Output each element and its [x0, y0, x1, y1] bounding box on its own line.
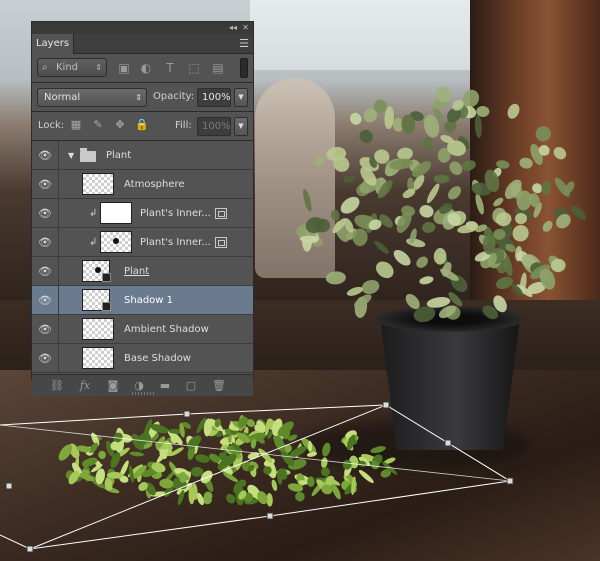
layer-row-plants-inner-2[interactable]: 👁 ↲ Plant's Inner...	[32, 228, 253, 257]
image-filter-icon[interactable]: ▣	[116, 60, 132, 76]
layer-row-plant-group[interactable]: 👁 ▼ Plant	[32, 141, 253, 170]
transform-handle[interactable]	[506, 477, 514, 485]
smart-object-icon	[215, 237, 227, 248]
tab-layers[interactable]: Layers	[32, 34, 74, 54]
transform-handle[interactable]	[183, 410, 191, 418]
panel-title-bar[interactable]: ◂◂ ✕	[32, 22, 253, 34]
layer-row-atmosphere[interactable]: 👁 Atmosphere	[32, 170, 253, 199]
visibility-eye-icon[interactable]: 👁	[32, 286, 59, 315]
layer-thumbnail	[100, 202, 132, 224]
lock-image-icon[interactable]: ✎	[90, 117, 106, 133]
layer-name: Ambient Shadow	[124, 324, 209, 335]
resize-grip[interactable]	[132, 392, 154, 395]
layer-row-shadow-1[interactable]: 👁 Shadow 1	[32, 286, 253, 315]
lock-row: Lock: ▦ ✎ ✥ 🔒 Fill: 100% ▼	[32, 112, 253, 140]
layer-row-base-shadow[interactable]: 👁 Base Shadow	[32, 344, 253, 373]
visibility-eye-icon[interactable]: 👁	[32, 257, 59, 286]
transform-handle[interactable]	[5, 482, 13, 490]
layer-name: Base Shadow	[124, 353, 191, 364]
filter-toggle[interactable]	[240, 58, 248, 78]
link-layers-icon[interactable]: ⛓	[48, 378, 66, 394]
panel-menu-icon[interactable]: ☰	[239, 37, 249, 51]
lock-position-icon[interactable]: ✥	[112, 117, 128, 133]
chevron-updown-icon: ⇕	[135, 93, 142, 102]
opacity-label: Opacity:	[153, 91, 195, 102]
panel-tab-row: Layers ☰	[32, 34, 253, 54]
layers-bottom-toolbar: ⛓ fx ◙ ◑ ▬ ▢ 🗑	[32, 374, 253, 396]
mask-icon[interactable]: ◙	[104, 378, 122, 394]
layer-name: Shadow 1	[124, 295, 173, 306]
plant-foliage	[296, 86, 586, 323]
kind-filter-dropdown[interactable]: ⌕ Kind ⇕	[37, 58, 107, 77]
lock-all-icon[interactable]: 🔒	[134, 117, 150, 133]
lock-transparent-icon[interactable]: ▦	[68, 117, 84, 133]
fill-label: Fill:	[175, 120, 192, 131]
visibility-eye-icon[interactable]: 👁	[32, 199, 59, 228]
shape-filter-icon[interactable]: ⬚	[186, 60, 202, 76]
blend-row: Normal ⇕ Opacity: 100% ▼	[32, 83, 253, 111]
new-group-icon[interactable]: ▬	[156, 378, 174, 394]
visibility-eye-icon[interactable]: 👁	[32, 344, 59, 373]
visibility-eye-icon[interactable]: 👁	[32, 141, 59, 170]
new-layer-icon[interactable]: ▢	[182, 378, 200, 394]
clipping-mask-icon: ↲	[89, 208, 98, 219]
layers-panel: ◂◂ ✕ Layers ☰ ⌕ Kind ⇕ ▣ ◐ T ⬚ ▤ Normal …	[31, 21, 254, 396]
link-badge-icon	[102, 302, 111, 311]
blend-mode-dropdown[interactable]: Normal ⇕	[37, 88, 147, 107]
filter-row: ⌕ Kind ⇕ ▣ ◐ T ⬚ ▤	[32, 54, 253, 82]
fx-icon[interactable]: fx	[76, 378, 94, 394]
transform-handle[interactable]	[382, 401, 390, 409]
transform-handle[interactable]	[26, 545, 34, 553]
layer-name: Plant's Inner...	[140, 208, 211, 219]
transformed-shadow-foliage	[58, 414, 398, 507]
layer-thumbnail	[82, 347, 114, 369]
fill-input[interactable]: 100%	[197, 117, 231, 136]
visibility-eye-icon[interactable]: 👁	[32, 170, 59, 199]
fill-slider-button[interactable]: ▼	[234, 117, 248, 136]
visibility-eye-icon[interactable]: 👁	[32, 228, 59, 257]
smart-object-icon	[215, 208, 227, 219]
layer-name: Plant's Inner...	[140, 237, 211, 248]
clipping-mask-icon: ↲	[89, 237, 98, 248]
layer-thumbnail	[82, 318, 114, 340]
type-filter-icon[interactable]: T	[162, 60, 178, 76]
link-badge-icon	[102, 273, 111, 282]
adjustment-filter-icon[interactable]: ◐	[138, 60, 154, 76]
close-icon[interactable]: ✕	[242, 22, 249, 34]
lock-label: Lock:	[38, 120, 65, 131]
layer-row-plant[interactable]: 👁 Plant	[32, 257, 253, 286]
layer-row-ambient-shadow[interactable]: 👁 Ambient Shadow	[32, 315, 253, 344]
layer-name: Atmosphere	[124, 179, 185, 190]
layer-row-plants-inner-1[interactable]: 👁 ↲ Plant's Inner...	[32, 199, 253, 228]
layer-thumbnail	[82, 173, 114, 195]
folder-icon	[80, 148, 96, 162]
chevron-updown-icon: ⇕	[95, 63, 102, 72]
visibility-eye-icon[interactable]: 👁	[32, 315, 59, 344]
layer-name: Plant	[124, 266, 150, 277]
search-icon: ⌕	[42, 62, 48, 73]
layer-list: 👁 ▼ Plant 👁 Atmosphere 👁 ↲ Plant's Inner…	[32, 141, 253, 374]
transform-handle[interactable]	[444, 439, 452, 447]
kind-filter-label: Kind	[56, 62, 79, 73]
opacity-slider-button[interactable]: ▼	[234, 88, 248, 107]
opacity-input[interactable]: 100%	[197, 88, 231, 107]
collapse-icon[interactable]: ◂◂	[229, 22, 237, 34]
smart-object-filter-icon[interactable]: ▤	[210, 60, 226, 76]
layer-name: Plant	[106, 150, 132, 161]
blend-mode-value: Normal	[44, 92, 81, 103]
disclosure-triangle-icon[interactable]: ▼	[68, 141, 74, 170]
delete-icon[interactable]: 🗑	[210, 378, 228, 394]
transform-handle[interactable]	[266, 512, 274, 520]
layer-thumbnail	[100, 231, 132, 253]
